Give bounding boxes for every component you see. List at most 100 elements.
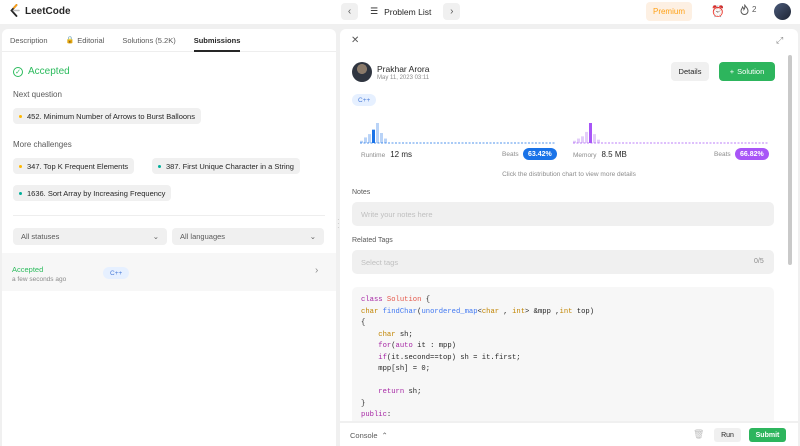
challenge-chip[interactable]: 387. First Unique Character in a String (152, 158, 300, 174)
code-viewer[interactable]: class Solution { char findChar(unordered_… (352, 287, 774, 421)
problem-list-button[interactable]: ☰ Problem List (364, 6, 437, 17)
logo[interactable]: LeetCode (9, 4, 71, 18)
lock-icon: 🔒 (65, 37, 75, 44)
chip-label: 387. First Unique Character in a String (166, 161, 294, 171)
run-button[interactable]: Run (714, 428, 741, 442)
notes-input[interactable] (352, 202, 774, 226)
list-icon: ☰ (370, 6, 379, 16)
distribution-bar (593, 134, 596, 143)
easy-difficulty-icon (19, 191, 22, 195)
memory-beats-badge: 66.82% (735, 148, 769, 160)
memory-beats-label: Beats (714, 151, 731, 158)
chip-label: 1636. Sort Array by Increasing Frequency (27, 188, 166, 198)
challenge-chip[interactable]: 347. Top K Frequent Elements (13, 158, 135, 174)
chevron-right-icon: › (450, 6, 454, 17)
memory-metric: Memory 8.5 MB (573, 150, 627, 159)
console-label: Console (350, 431, 378, 440)
chevron-down-icon: ⌄ (309, 232, 316, 241)
code-line: public: (361, 411, 392, 419)
medium-difficulty-icon (19, 114, 22, 118)
chevron-up-icon: ⌃ (381, 431, 388, 440)
trash-icon[interactable]: 🗑 (693, 429, 704, 440)
details-button[interactable]: Details (671, 62, 709, 81)
distribution-bar (597, 139, 600, 143)
right-panel: ✕ ⤢ Prakhar Arora May 11, 2023 03:11 Det… (340, 29, 798, 421)
divider (13, 215, 325, 216)
user-avatar[interactable] (774, 3, 791, 20)
alarm-clock-icon[interactable]: ⏰ (711, 5, 725, 18)
challenge-chip[interactable]: 1636. Sort Array by Increasing Frequency (13, 185, 172, 201)
submission-row[interactable]: Accepted a few seconds ago C++ › (2, 253, 336, 291)
submission-status: Accepted (12, 265, 44, 274)
expand-icon[interactable]: ⤢ (776, 35, 783, 46)
code-line: char sh; (378, 330, 413, 339)
problem-list-label: Problem List (384, 6, 432, 17)
streak-counter[interactable]: 2 (740, 4, 756, 15)
chevron-left-icon: ‹ (347, 6, 352, 17)
tab-description[interactable]: Description (10, 29, 48, 52)
close-icon[interactable]: ✕ (351, 35, 359, 46)
top-bar: LeetCode ‹ ☰ Problem List › Premium ⏰ 2 (0, 0, 800, 24)
console-toggle[interactable]: Console ⌃ (350, 431, 388, 440)
more-challenges-label: More challenges (13, 140, 72, 149)
premium-button[interactable]: Premium (646, 2, 692, 21)
tags-select[interactable] (352, 250, 774, 274)
distribution-bar (577, 138, 580, 143)
code-line: class Solution { (361, 296, 431, 304)
left-panel: Description 🔒 Editorial Solutions (5.2K) … (2, 29, 336, 446)
submission-language: C++ (103, 267, 130, 279)
easy-difficulty-icon (158, 164, 161, 168)
runtime-beats-label: Beats (502, 151, 519, 158)
scrollbar[interactable] (788, 55, 792, 265)
runtime-chart-svg (360, 123, 555, 144)
chip-label: 347. Top K Frequent Elements (27, 161, 129, 171)
chart-hint: Click the distribution chart to view mor… (502, 171, 636, 178)
code-line: return sh; (378, 388, 422, 396)
streak-count: 2 (752, 5, 757, 14)
fire-icon (740, 4, 749, 15)
select-value: All statuses (21, 232, 60, 241)
leetcode-logo-icon (10, 4, 20, 17)
tab-editorial[interactable]: 🔒 Editorial (66, 29, 105, 52)
tab-solutions[interactable]: Solutions (5.2K) (122, 29, 175, 52)
bottom-bar: Console ⌃ 🗑 Run Submit (340, 423, 798, 446)
tags-count: 0/5 (754, 258, 764, 265)
post-solution-button[interactable]: + Solution (719, 62, 775, 81)
language-filter-select[interactable]: All languages ⌄ (172, 228, 324, 245)
submission-time: a few seconds ago (12, 276, 67, 283)
code-line: for(auto it : mpp) (378, 342, 456, 350)
next-question-label: Next question (13, 90, 62, 99)
submit-button[interactable]: Submit (749, 428, 786, 442)
runtime-distribution-chart[interactable] (360, 117, 555, 147)
next-question-chip[interactable]: 452. Minimum Number of Arrows to Burst B… (13, 108, 201, 124)
code-line: if(it.second==top) sh = it.first; (378, 353, 521, 362)
memory-distribution-chart[interactable] (573, 117, 768, 147)
accepted-status: ✓ Accepted (13, 66, 70, 77)
memory-label: Memory (573, 152, 597, 159)
chevron-right-icon: › (315, 265, 319, 276)
plus-icon: + (729, 67, 735, 76)
related-tags-label: Related Tags (352, 237, 393, 244)
accepted-label: Accepted (28, 66, 70, 77)
code-line: char findChar(unordered_map<char , int> … (361, 307, 595, 316)
tab-label: Solutions (5.2K) (122, 35, 176, 45)
select-value: All languages (180, 232, 226, 241)
author-avatar (352, 62, 372, 82)
prev-problem-button[interactable]: ‹ (341, 3, 358, 20)
memory-chart-svg (573, 123, 768, 144)
next-problem-button[interactable]: › (443, 3, 461, 20)
distribution-bar (384, 138, 387, 143)
distribution-bar (380, 133, 383, 143)
tab-submissions[interactable]: Submissions (193, 29, 240, 52)
runtime-metric: Runtime 12 ms (361, 150, 412, 159)
author-name: Prakhar Arora (377, 64, 430, 74)
tab-label: Editorial (77, 35, 105, 45)
code-line: { (361, 319, 366, 327)
submission-date: May 11, 2023 03:11 (377, 75, 430, 81)
distribution-bar (376, 123, 379, 143)
status-filter-select[interactable]: All statuses ⌄ (13, 228, 167, 245)
logo-text: LeetCode (25, 5, 71, 17)
distribution-bar (585, 131, 588, 143)
tab-label: Description (10, 35, 48, 45)
